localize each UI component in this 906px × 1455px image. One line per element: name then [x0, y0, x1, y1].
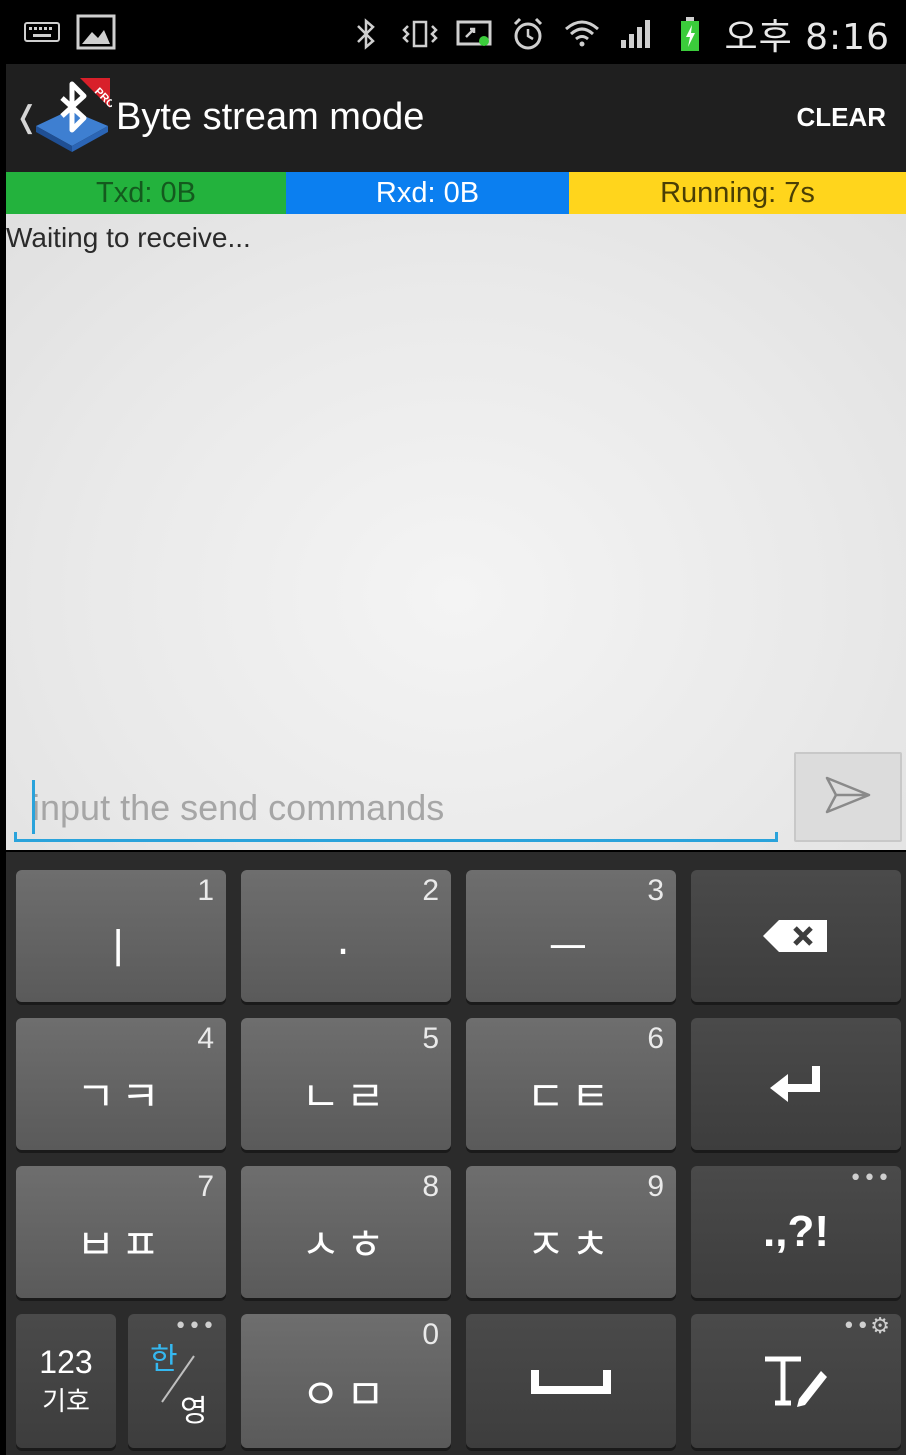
status-bar: 오후 8:16 — [6, 0, 906, 64]
wifi-icon — [562, 14, 602, 54]
key-label: · — [336, 927, 356, 976]
text-caret — [32, 780, 35, 834]
key-3[interactable]: 3 ㅡ — [466, 870, 676, 1002]
screen-share-icon — [454, 14, 494, 54]
key-number: 0 — [422, 1318, 439, 1351]
key-label: ㅇㅁ — [301, 1370, 391, 1419]
space-icon — [531, 1370, 611, 1394]
key-5[interactable]: 5 ㄴㄹ — [241, 1018, 451, 1150]
key-label: ㅂㅍ — [76, 1220, 166, 1269]
text-settings-key[interactable]: ••⚙ — [691, 1314, 901, 1448]
battery-icon — [670, 14, 710, 54]
backspace-key[interactable] — [691, 870, 901, 1002]
symbols-key-label: 123 — [39, 1344, 93, 1380]
bluetooth-icon — [346, 14, 386, 54]
more-dots-icon: ••• — [174, 1314, 216, 1339]
key-number: 6 — [647, 1022, 664, 1055]
alarm-icon — [508, 14, 548, 54]
key-0[interactable]: 0 ㅇㅁ — [241, 1314, 451, 1448]
key-9[interactable]: 9 ㅈㅊ — [466, 1166, 676, 1298]
receive-area[interactable]: Waiting to receive... — [6, 214, 906, 850]
language-toggle-key[interactable]: ••• 한 영 — [128, 1314, 226, 1448]
enter-icon — [770, 1066, 820, 1102]
key-label: ㅈㅊ — [526, 1220, 616, 1269]
enter-key[interactable] — [691, 1018, 901, 1150]
stats-bar: Txd: 0B Rxd: 0B Running: 7s — [6, 172, 906, 214]
symbols-key[interactable]: 123 기호 — [16, 1314, 116, 1448]
app-screen: 오후 8:16 ❬ PRO Byte stream mode CLEAR Txd… — [6, 0, 906, 1455]
key-label: ㄴㄹ — [301, 1072, 391, 1121]
send-button[interactable] — [794, 752, 902, 842]
key-6[interactable]: 6 ㄷㅌ — [466, 1018, 676, 1150]
signal-icon — [616, 14, 656, 54]
key-label: ㅡ — [548, 924, 594, 973]
punctuation-label: .,?! — [763, 1207, 829, 1256]
vibrate-icon — [400, 14, 440, 54]
key-2[interactable]: 2 · — [241, 870, 451, 1002]
key-number: 7 — [197, 1170, 214, 1203]
send-icon — [824, 775, 872, 819]
key-label: ㄱㅋ — [76, 1072, 166, 1121]
soft-keyboard: 1 ㅣ 2 · 3 ㅡ 4 ㄱㅋ 5 ㄴㄹ 6 ㄷㅌ 7 ㅂㅍ 8 ㅅㅎ 9 ㅈ… — [6, 852, 906, 1455]
key-1[interactable]: 1 ㅣ — [16, 870, 226, 1002]
key-number: 5 — [422, 1022, 439, 1055]
language-english-label: 영 — [180, 1394, 208, 1429]
running-stat: Running: 7s — [569, 172, 906, 214]
symbols-key-sublabel: 기호 — [42, 1386, 90, 1416]
key-number: 8 — [422, 1170, 439, 1203]
received-text: Waiting to receive... — [6, 222, 251, 253]
key-number: 2 — [422, 874, 439, 907]
action-bar: ❬ PRO Byte stream mode CLEAR — [6, 64, 906, 172]
key-number: 4 — [197, 1022, 214, 1055]
txd-stat: Txd: 0B — [6, 172, 286, 214]
keyboard-icon — [22, 12, 62, 52]
space-key[interactable] — [466, 1314, 676, 1448]
key-7[interactable]: 7 ㅂㅍ — [16, 1166, 226, 1298]
key-8[interactable]: 8 ㅅㅎ — [241, 1166, 451, 1298]
text-format-icon — [765, 1356, 827, 1407]
key-label: ㅣ — [98, 924, 144, 973]
clear-button[interactable]: CLEAR — [796, 102, 886, 133]
key-number: 9 — [647, 1170, 664, 1203]
punctuation-key[interactable]: ••• .,?! — [691, 1166, 901, 1298]
send-input-wrapper — [14, 774, 778, 846]
bluetooth-pro-logo-icon[interactable]: PRO — [32, 74, 118, 162]
key-number: 1 — [197, 874, 214, 907]
key-4[interactable]: 4 ㄱㅋ — [16, 1018, 226, 1150]
key-number: 3 — [647, 874, 664, 907]
rxd-stat: Rxd: 0B — [286, 172, 569, 214]
send-command-input[interactable] — [32, 780, 772, 836]
input-underline — [14, 832, 778, 842]
key-label: ㄷㅌ — [526, 1072, 616, 1121]
page-title: Byte stream mode — [116, 96, 425, 138]
key-label: ㅅㅎ — [301, 1220, 391, 1269]
image-icon — [76, 12, 116, 52]
backspace-icon — [763, 920, 827, 952]
status-time: 오후 8:16 — [724, 17, 890, 58]
